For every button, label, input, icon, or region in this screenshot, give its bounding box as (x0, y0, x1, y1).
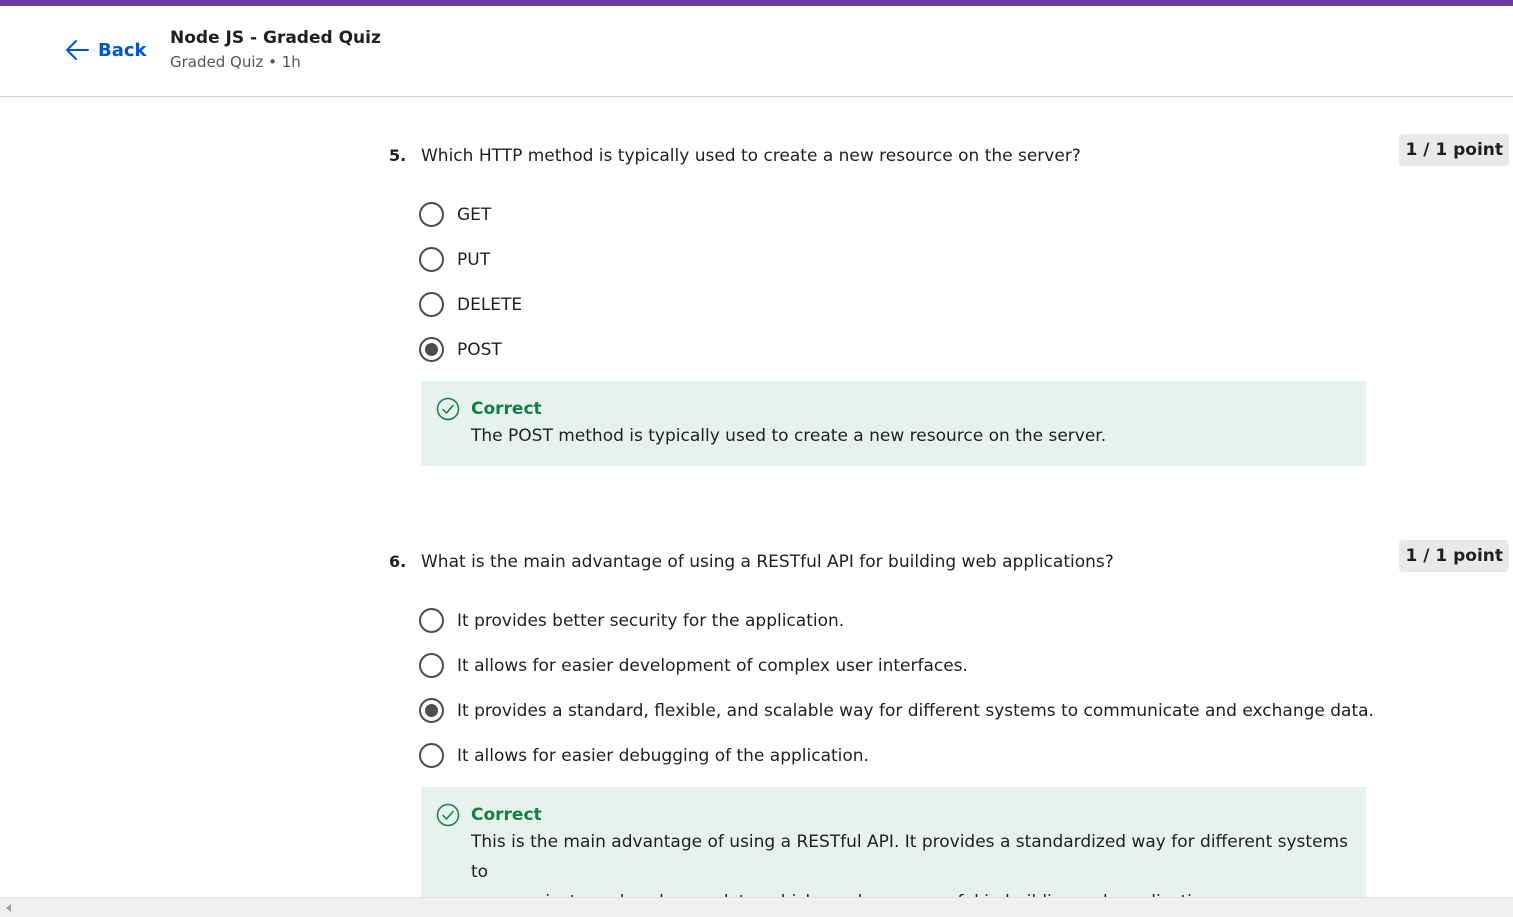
answer-options: GET PUT DELETE POST (419, 192, 522, 372)
scroll-left-arrow-icon[interactable] (6, 904, 11, 912)
radio-button[interactable] (419, 743, 444, 768)
radio-button[interactable] (419, 202, 444, 227)
answer-option-label: POST (457, 339, 502, 360)
page-title: Node JS - Graded Quiz (170, 28, 381, 48)
check-circle-icon (436, 803, 460, 831)
answer-option[interactable]: It provides better security for the appl… (419, 598, 1374, 643)
check-circle-icon (436, 397, 460, 425)
radio-button[interactable] (419, 608, 444, 633)
answer-option[interactable]: DELETE (419, 282, 522, 327)
radio-button[interactable] (419, 292, 444, 317)
page-header: Back Node JS - Graded Quiz Graded Quiz •… (0, 6, 1513, 97)
answer-option-label: GET (457, 204, 492, 225)
radio-button-selected[interactable] (419, 698, 444, 723)
feedback-text-line: This is the main advantage of using a RE… (471, 832, 1348, 882)
question-number: 5. (389, 146, 407, 165)
question-text: Which HTTP method is typically used to c… (421, 146, 1081, 166)
arrow-left-icon (64, 38, 90, 62)
answer-option[interactable]: PUT (419, 237, 522, 282)
radio-button[interactable] (419, 247, 444, 272)
feedback-correct: Correct This is the main advantage of us… (421, 787, 1366, 912)
answer-option[interactable]: It allows for easier debugging of the ap… (419, 733, 1374, 778)
points-badge: 1 / 1 point (1399, 540, 1509, 572)
feedback-correct: Correct The POST method is typically use… (421, 381, 1366, 466)
answer-option-label: It provides a standard, flexible, and sc… (457, 700, 1374, 721)
answer-option-label: It allows for easier development of comp… (457, 655, 968, 676)
feedback-status: Correct (471, 805, 542, 825)
radio-button[interactable] (419, 653, 444, 678)
back-button[interactable]: Back (64, 38, 147, 62)
answer-option-label: DELETE (457, 294, 523, 315)
answer-option-label: PUT (457, 249, 491, 270)
answer-options: It provides better security for the appl… (419, 598, 1374, 778)
answer-option-label: It provides better security for the appl… (457, 610, 845, 631)
question-number: 6. (389, 552, 407, 571)
answer-option-selected[interactable]: POST (419, 327, 522, 372)
radio-button-selected[interactable] (419, 337, 444, 362)
points-badge: 1 / 1 point (1399, 134, 1509, 166)
feedback-status: Correct (471, 399, 542, 419)
quiz-meta: Graded Quiz • 1h (170, 53, 301, 71)
answer-option-label: It allows for easier debugging of the ap… (457, 745, 869, 766)
feedback-text: The POST method is typically used to cre… (471, 426, 1107, 446)
back-label: Back (98, 39, 147, 61)
answer-option[interactable]: It allows for easier development of comp… (419, 643, 1374, 688)
answer-option[interactable]: GET (419, 192, 522, 237)
horizontal-scrollbar[interactable] (0, 897, 1513, 917)
question-text: What is the main advantage of using a RE… (421, 552, 1114, 572)
answer-option-selected[interactable]: It provides a standard, flexible, and sc… (419, 688, 1374, 733)
